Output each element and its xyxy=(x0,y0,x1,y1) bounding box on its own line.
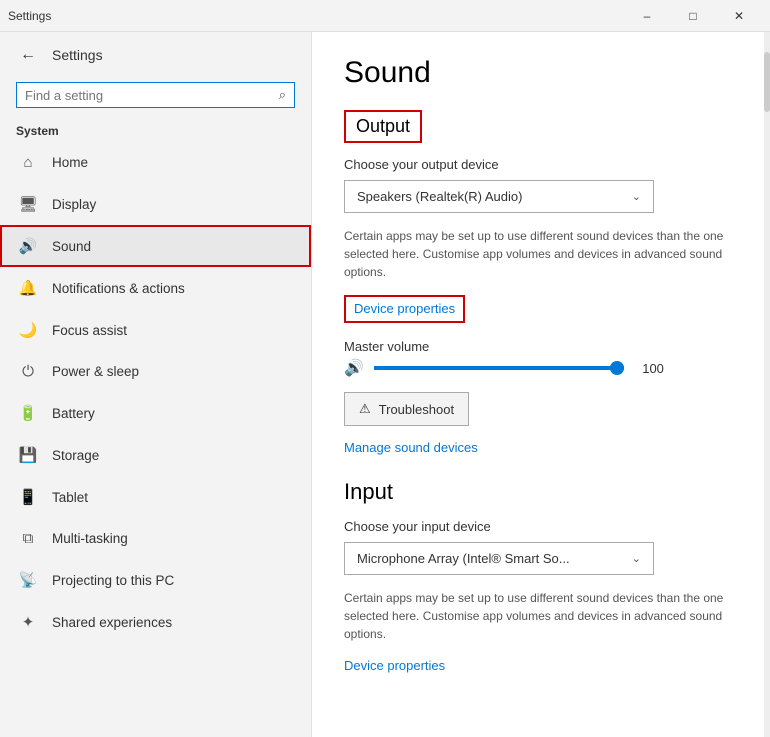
output-device-dropdown[interactable]: Speakers (Realtek(R) Audio) ⌄ xyxy=(344,180,654,213)
dropdown-arrow-icon: ⌄ xyxy=(632,190,641,203)
slider-thumb xyxy=(610,361,624,375)
search-input[interactable] xyxy=(25,88,279,103)
manage-sound-devices-link[interactable]: Manage sound devices xyxy=(344,440,738,455)
sidebar-item-tablet[interactable]: 📱 Tablet xyxy=(0,476,311,518)
sidebar-title: Settings xyxy=(52,47,103,63)
notifications-icon: 🔔 xyxy=(18,279,38,297)
output-section-box: Output xyxy=(344,110,422,143)
troubleshoot-button[interactable]: ⚠ Troubleshoot xyxy=(344,392,469,426)
titlebar-controls: – □ ✕ xyxy=(624,0,762,32)
input-info-text: Certain apps may be set up to use differ… xyxy=(344,589,734,643)
sidebar-item-label-display: Display xyxy=(52,197,96,212)
back-button[interactable]: ← xyxy=(16,42,40,68)
system-section-label: System xyxy=(0,116,311,142)
close-button[interactable]: ✕ xyxy=(716,0,762,32)
sidebar-item-label-power: Power & sleep xyxy=(52,364,139,379)
sidebar-item-battery[interactable]: 🔋 Battery xyxy=(0,392,311,434)
sidebar-item-label-tablet: Tablet xyxy=(52,490,88,505)
sidebar-item-label-home: Home xyxy=(52,155,88,170)
device-properties-box: Device properties xyxy=(344,295,465,323)
maximize-button[interactable]: □ xyxy=(670,0,716,32)
volume-slider[interactable] xyxy=(374,366,624,370)
volume-value: 100 xyxy=(634,361,664,376)
app-body: ← Settings ⌕ System ⌂ Home 🖥 Display 🔊 S… xyxy=(0,32,770,737)
projecting-icon: 📡 xyxy=(18,571,38,589)
focus-icon: 🌙 xyxy=(18,321,38,339)
output-heading: Output xyxy=(356,116,410,136)
sidebar-item-display[interactable]: 🖥 Display xyxy=(0,183,311,225)
output-device-value: Speakers (Realtek(R) Audio) xyxy=(357,189,522,204)
nav-list: ⌂ Home 🖥 Display 🔊 Sound 🔔 Notifications… xyxy=(0,142,311,643)
sidebar-item-focus[interactable]: 🌙 Focus assist xyxy=(0,309,311,351)
troubleshoot-icon: ⚠ xyxy=(359,401,371,417)
settings-title: Settings xyxy=(8,9,51,23)
slider-fill xyxy=(374,366,624,370)
battery-icon: 🔋 xyxy=(18,404,38,422)
volume-icon: 🔊 xyxy=(344,358,364,378)
input-device-label: Choose your input device xyxy=(344,519,738,534)
input-device-dropdown[interactable]: Microphone Array (Intel® Smart So... ⌄ xyxy=(344,542,654,575)
search-icon[interactable]: ⌕ xyxy=(279,87,286,103)
sidebar-item-label-notifications: Notifications & actions xyxy=(52,281,185,296)
sidebar-item-notifications[interactable]: 🔔 Notifications & actions xyxy=(0,267,311,309)
sidebar-item-multitasking[interactable]: ⧉ Multi-tasking xyxy=(0,518,311,559)
troubleshoot-label: Troubleshoot xyxy=(379,402,454,417)
sidebar: ← Settings ⌕ System ⌂ Home 🖥 Display 🔊 S… xyxy=(0,32,312,737)
sound-icon: 🔊 xyxy=(18,237,38,255)
volume-row: 🔊 100 xyxy=(344,358,738,378)
sidebar-item-sound[interactable]: 🔊 Sound xyxy=(0,225,311,267)
tablet-icon: 📱 xyxy=(18,488,38,506)
minimize-button[interactable]: – xyxy=(624,0,670,32)
content-area: Sound Output Choose your output device S… xyxy=(312,32,770,737)
shared-icon: ✦ xyxy=(18,613,38,631)
sidebar-item-projecting[interactable]: 📡 Projecting to this PC xyxy=(0,559,311,601)
sidebar-item-label-multitasking: Multi-tasking xyxy=(52,531,128,546)
sidebar-item-power[interactable]: ⏻ Power & sleep xyxy=(0,351,311,392)
sidebar-item-storage[interactable]: 💾 Storage xyxy=(0,434,311,476)
scrollbar[interactable] xyxy=(764,32,770,737)
input-device-properties-link[interactable]: Device properties xyxy=(344,658,445,673)
input-dropdown-arrow-icon: ⌄ xyxy=(632,552,641,565)
output-info-text: Certain apps may be set up to use differ… xyxy=(344,227,734,281)
sidebar-header: ← Settings xyxy=(0,32,311,78)
output-device-label: Choose your output device xyxy=(344,157,738,172)
sidebar-item-shared[interactable]: ✦ Shared experiences xyxy=(0,601,311,643)
scrollbar-thumb xyxy=(764,52,770,112)
volume-label: Master volume xyxy=(344,339,738,354)
page-title: Sound xyxy=(344,56,738,90)
home-icon: ⌂ xyxy=(18,154,38,171)
input-device-value: Microphone Array (Intel® Smart So... xyxy=(357,551,570,566)
sidebar-item-label-focus: Focus assist xyxy=(52,323,127,338)
sidebar-item-home[interactable]: ⌂ Home xyxy=(0,142,311,183)
sidebar-item-label-storage: Storage xyxy=(52,448,99,463)
display-icon: 🖥 xyxy=(18,195,38,213)
device-properties-link[interactable]: Device properties xyxy=(354,301,455,316)
input-heading: Input xyxy=(344,479,738,505)
sidebar-item-label-sound: Sound xyxy=(52,239,91,254)
sidebar-item-label-battery: Battery xyxy=(52,406,95,421)
input-section: Input Choose your input device Microphon… xyxy=(344,479,738,675)
titlebar: Settings – □ ✕ xyxy=(0,0,770,32)
search-box[interactable]: ⌕ xyxy=(16,82,295,108)
titlebar-left: Settings xyxy=(8,9,51,23)
sidebar-item-label-projecting: Projecting to this PC xyxy=(52,573,174,588)
multitasking-icon: ⧉ xyxy=(18,530,38,547)
power-icon: ⏻ xyxy=(18,363,38,380)
storage-icon: 💾 xyxy=(18,446,38,464)
sidebar-item-label-shared: Shared experiences xyxy=(52,615,172,630)
